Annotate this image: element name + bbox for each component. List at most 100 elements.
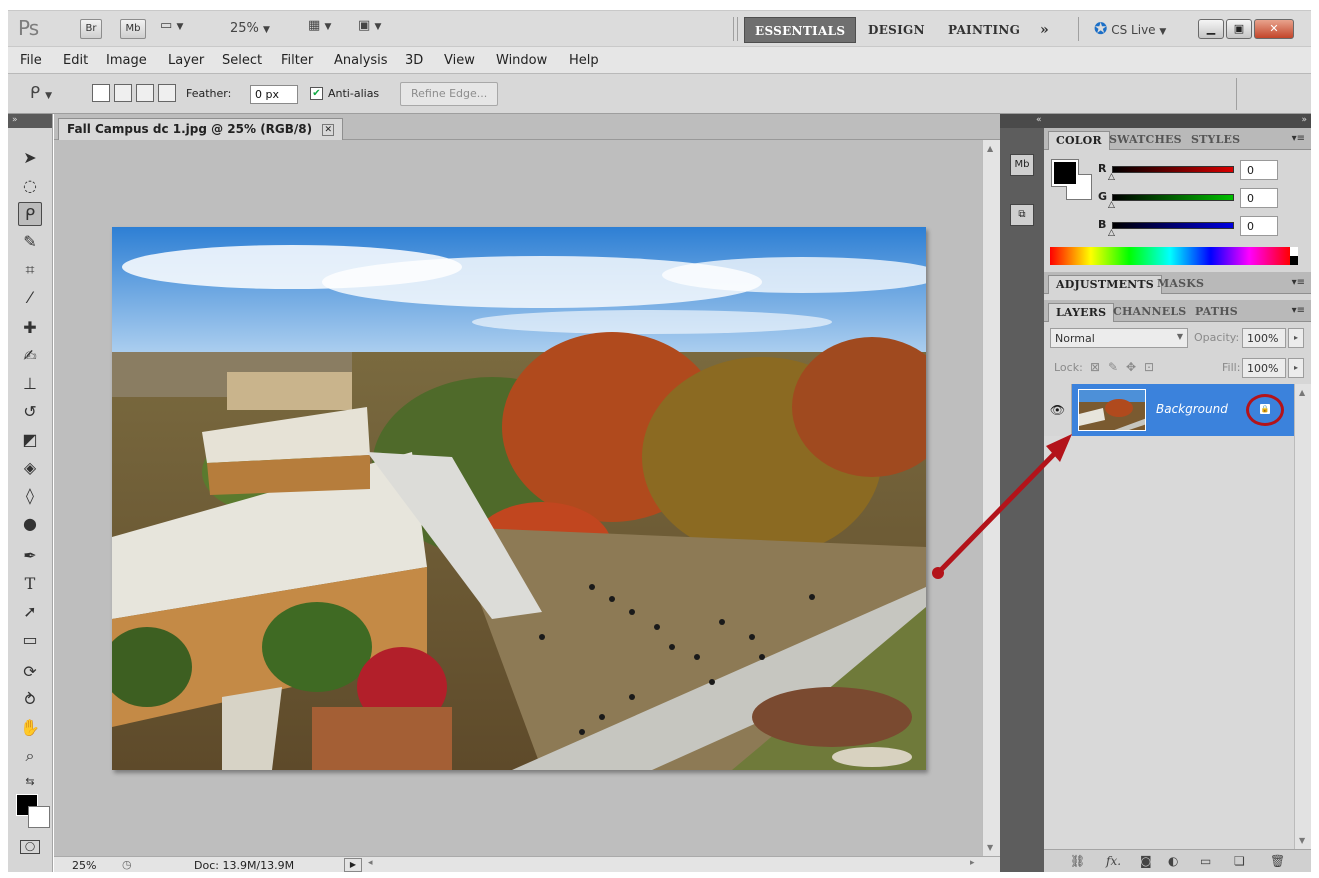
- zoom-tool-icon[interactable]: ⌕: [18, 744, 42, 768]
- blur-tool-icon[interactable]: ◊: [18, 484, 42, 508]
- panel-menu-icon[interactable]: ▾≡: [1292, 133, 1305, 144]
- quick-selection-tool-icon[interactable]: ✎: [18, 230, 42, 254]
- refine-edge-button[interactable]: Refine Edge...: [400, 82, 499, 106]
- scroll-down-icon[interactable]: ▼: [1299, 836, 1305, 845]
- blend-mode-select[interactable]: Normal ▼: [1050, 328, 1188, 348]
- pen-tool-icon[interactable]: ✒: [18, 544, 42, 568]
- move-tool-icon[interactable]: ➤: [18, 146, 42, 170]
- menu-3d[interactable]: 3D: [405, 53, 423, 68]
- tab-masks[interactable]: MASKS: [1150, 275, 1211, 294]
- channel-b-value[interactable]: 0: [1240, 216, 1278, 236]
- channel-g-value[interactable]: 0: [1240, 188, 1278, 208]
- menu-edit[interactable]: Edit: [63, 53, 88, 68]
- status-info-icon[interactable]: ◷: [122, 858, 132, 871]
- tab-adjustments[interactable]: ADJUSTMENTS: [1048, 275, 1162, 294]
- zoom-level-dropdown[interactable]: 25% ▼: [230, 21, 270, 36]
- eyedropper-tool-icon[interactable]: ⁄: [18, 286, 42, 310]
- layers-vertical-scrollbar[interactable]: ▲ ▼: [1294, 384, 1311, 849]
- close-window-button[interactable]: ✕: [1254, 19, 1294, 39]
- workspace-painting-button[interactable]: PAINTING: [938, 17, 1030, 43]
- crop-tool-icon[interactable]: ⌗: [18, 258, 42, 282]
- menu-help[interactable]: Help: [569, 53, 599, 68]
- paint-bucket-tool-icon[interactable]: ◈: [18, 456, 42, 480]
- scroll-right-icon[interactable]: ▸: [970, 858, 975, 868]
- minimize-button[interactable]: ▁: [1198, 19, 1224, 39]
- arrange-documents-button[interactable]: ▦ ▼: [308, 18, 331, 33]
- campus-photo[interactable]: [112, 227, 926, 770]
- quick-mask-button[interactable]: ◯: [20, 840, 40, 854]
- menu-view[interactable]: View: [444, 53, 475, 68]
- delete-layer-icon[interactable]: 🗑: [1270, 854, 1285, 868]
- scroll-up-icon[interactable]: ▲: [987, 144, 993, 153]
- color-panel-foreground-swatch-front[interactable]: [1052, 160, 1078, 186]
- layer-thumbnail[interactable]: [1078, 389, 1146, 431]
- channel-g-slider[interactable]: [1112, 194, 1234, 201]
- subtract-from-selection-button[interactable]: [136, 84, 154, 102]
- layer-style-fx-icon[interactable]: fx.: [1106, 854, 1121, 868]
- canvas-area[interactable]: [54, 140, 982, 856]
- menu-select[interactable]: Select: [222, 53, 262, 68]
- lock-all-icon[interactable]: ⊡: [1144, 360, 1154, 374]
- tab-layers[interactable]: LAYERS: [1048, 303, 1115, 322]
- lock-transparent-icon[interactable]: ⊠: [1090, 360, 1100, 374]
- bridge-button[interactable]: Br: [80, 19, 102, 39]
- opacity-slider-toggle[interactable]: ▸: [1288, 328, 1304, 348]
- rectangle-tool-icon[interactable]: ▭: [18, 628, 42, 652]
- mini-bridge-button[interactable]: Mb: [120, 19, 146, 39]
- swap-colors-icon[interactable]: ⇆: [18, 770, 42, 794]
- tab-paths[interactable]: PATHS: [1188, 303, 1245, 322]
- brush-tool-icon[interactable]: ✍: [18, 344, 42, 368]
- tab-color[interactable]: COLOR: [1048, 131, 1110, 150]
- slider-thumb-icon[interactable]: △: [1108, 172, 1115, 182]
- new-layer-icon[interactable]: ❏: [1234, 854, 1245, 868]
- channel-r-value[interactable]: 0: [1240, 160, 1278, 180]
- channel-r-slider[interactable]: [1112, 166, 1234, 173]
- status-zoom-value[interactable]: 25%: [72, 859, 96, 872]
- close-document-button[interactable]: ✕: [322, 124, 335, 136]
- new-group-icon[interactable]: ▭: [1200, 854, 1211, 868]
- tool-preset-picker[interactable]: ᑭ ▼: [30, 83, 52, 102]
- adjustment-layer-icon[interactable]: ◐: [1168, 854, 1178, 868]
- dock-collapse-handle[interactable]: «: [1000, 114, 1044, 128]
- cs-live-button[interactable]: ✪ CS Live ▼: [1094, 19, 1166, 38]
- opacity-input[interactable]: 100%: [1242, 328, 1286, 348]
- tab-swatches[interactable]: SWATCHES: [1102, 131, 1189, 150]
- layers-list-empty-area[interactable]: [1044, 436, 1294, 849]
- healing-brush-tool-icon[interactable]: ✚: [18, 316, 42, 340]
- scroll-left-icon[interactable]: ◂: [368, 858, 373, 868]
- lasso-tool-icon[interactable]: ᑭ: [18, 202, 42, 226]
- path-selection-tool-icon[interactable]: ➚: [18, 600, 42, 624]
- menu-file[interactable]: File: [20, 53, 42, 68]
- layer-lock-icon[interactable]: 🔒: [1260, 404, 1270, 414]
- history-brush-tool-icon[interactable]: ↺: [18, 400, 42, 424]
- menu-filter[interactable]: Filter: [281, 53, 313, 68]
- panel-menu-icon[interactable]: ▾≡: [1292, 277, 1305, 288]
- marquee-tool-icon[interactable]: ◌: [18, 174, 42, 198]
- workspace-design-button[interactable]: DESIGN: [858, 17, 935, 43]
- tab-styles[interactable]: STYLES: [1184, 131, 1247, 150]
- mini-bridge-panel-button[interactable]: Mb: [1010, 154, 1034, 176]
- add-to-selection-button[interactable]: [114, 84, 132, 102]
- intersect-selection-button[interactable]: [158, 84, 176, 102]
- layer-name[interactable]: Background: [1156, 402, 1228, 416]
- dodge-tool-icon[interactable]: ●: [18, 512, 42, 536]
- menu-image[interactable]: Image: [106, 53, 147, 68]
- scroll-down-icon[interactable]: ▼: [987, 843, 993, 852]
- status-menu-button[interactable]: ▶: [344, 858, 362, 872]
- color-spectrum-bar[interactable]: [1050, 247, 1298, 265]
- screen-mode-button[interactable]: ▣ ▼: [358, 18, 381, 33]
- clone-stamp-tool-icon[interactable]: ⊥: [18, 372, 42, 396]
- lock-image-icon[interactable]: ✎: [1108, 360, 1118, 374]
- menu-layer[interactable]: Layer: [168, 53, 204, 68]
- background-color-swatch[interactable]: [28, 806, 50, 828]
- anti-alias-checkbox[interactable]: ✔: [310, 87, 323, 100]
- scroll-up-icon[interactable]: ▲: [1299, 388, 1305, 397]
- layer-row-background[interactable]: 👁 Background 🔒: [1044, 384, 1294, 436]
- menu-analysis[interactable]: Analysis: [334, 53, 388, 68]
- add-mask-icon[interactable]: ◙: [1140, 854, 1152, 868]
- lock-position-icon[interactable]: ✥: [1126, 360, 1136, 374]
- 3d-rotate-tool-icon[interactable]: ⟳: [18, 660, 42, 684]
- tools-collapse-handle[interactable]: »: [8, 114, 52, 128]
- maximize-button[interactable]: ▣: [1226, 19, 1252, 39]
- eraser-tool-icon[interactable]: ◩: [18, 428, 42, 452]
